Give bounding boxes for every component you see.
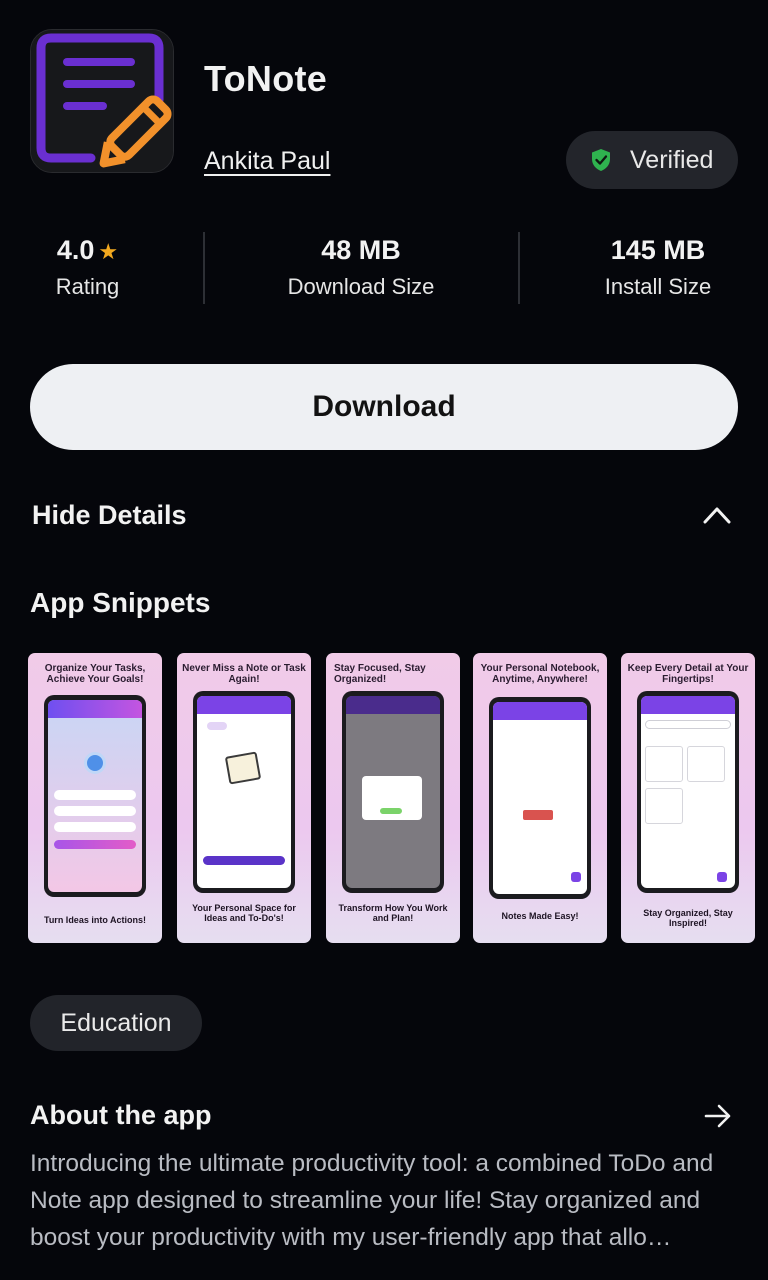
- about-description: Introducing the ultimate productivity to…: [30, 1150, 714, 1251]
- phone-mockup: [193, 691, 295, 893]
- app-title: ToNote: [204, 58, 328, 99]
- snippet-card[interactable]: Never Miss a Note or Task Again! Your Pe…: [177, 653, 311, 943]
- phone-mockup: [637, 691, 739, 893]
- snippet-caption-top: Your Personal Notebook, Anytime, Anywher…: [480, 663, 600, 685]
- snippet-card[interactable]: Organize Your Tasks, Achieve Your Goals!…: [28, 653, 162, 943]
- shield-check-icon: [592, 149, 610, 171]
- snippet-caption-top: Stay Focused, Stay Organized!: [334, 663, 426, 685]
- snippet-caption-top: Never Miss a Note or Task Again!: [182, 663, 306, 685]
- chevron-up-icon[interactable]: [702, 504, 732, 526]
- snippet-card[interactable]: Stay Focused, Stay Organized! Transform …: [326, 653, 460, 943]
- snippet-card[interactable]: Your Personal Notebook, Anytime, Anywher…: [473, 653, 607, 943]
- snippet-caption-bottom: Turn Ideas into Actions!: [43, 915, 146, 925]
- arrow-right-icon[interactable]: [703, 1103, 733, 1129]
- snippets-carousel[interactable]: Organize Your Tasks, Achieve Your Goals!…: [28, 653, 768, 943]
- category-chip[interactable]: Education: [30, 995, 202, 1051]
- snippet-caption-bottom: Notes Made Easy!: [501, 911, 579, 921]
- snippet-caption-bottom: Transform How You Work and Plan!: [338, 903, 448, 923]
- download-button[interactable]: Download: [30, 364, 738, 450]
- phone-mockup: [489, 697, 591, 899]
- phone-mockup: [342, 691, 444, 893]
- phone-mockup: [44, 695, 146, 897]
- developer-link[interactable]: Ankita Paul: [204, 147, 330, 176]
- rating-stat: 4.0 ★ Rating: [30, 230, 145, 300]
- hide-details-toggle[interactable]: Hide Details: [32, 500, 187, 531]
- install-size-value: 145 MB: [610, 235, 706, 265]
- download-size-value: 48 MB: [321, 235, 401, 265]
- stats-divider: [518, 232, 520, 304]
- snippet-caption-top: Organize Your Tasks, Achieve Your Goals!: [44, 663, 146, 685]
- rating-label: Rating: [55, 274, 120, 299]
- snippet-caption-bottom: Your Personal Space for Ideas and To-Do'…: [192, 903, 296, 923]
- verified-badge[interactable]: Verified: [566, 131, 738, 189]
- snippet-card[interactable]: Keep Every Detail at Your Fingertips! St…: [621, 653, 755, 943]
- install-size-label: Install Size: [604, 274, 712, 299]
- stats-row: 4.0 ★ Rating 48 MB Download Size 145 MB I…: [0, 230, 768, 310]
- star-icon: ★: [98, 239, 119, 264]
- snippet-caption-top: Keep Every Detail at Your Fingertips!: [627, 663, 749, 685]
- about-title[interactable]: About the app: [30, 1100, 211, 1131]
- snippets-title: App Snippets: [30, 587, 211, 618]
- snippet-caption-bottom: Stay Organized, Stay Inspired!: [643, 908, 733, 928]
- note-pencil-icon: [31, 30, 173, 172]
- download-size-stat: 48 MB Download Size: [245, 230, 477, 300]
- download-size-label: Download Size: [287, 274, 435, 299]
- rating-value: 4.0: [56, 235, 95, 265]
- install-size-stat: 145 MB Install Size: [568, 230, 748, 300]
- stats-divider: [203, 232, 205, 304]
- app-icon: [30, 29, 174, 173]
- verified-label: Verified: [630, 145, 714, 174]
